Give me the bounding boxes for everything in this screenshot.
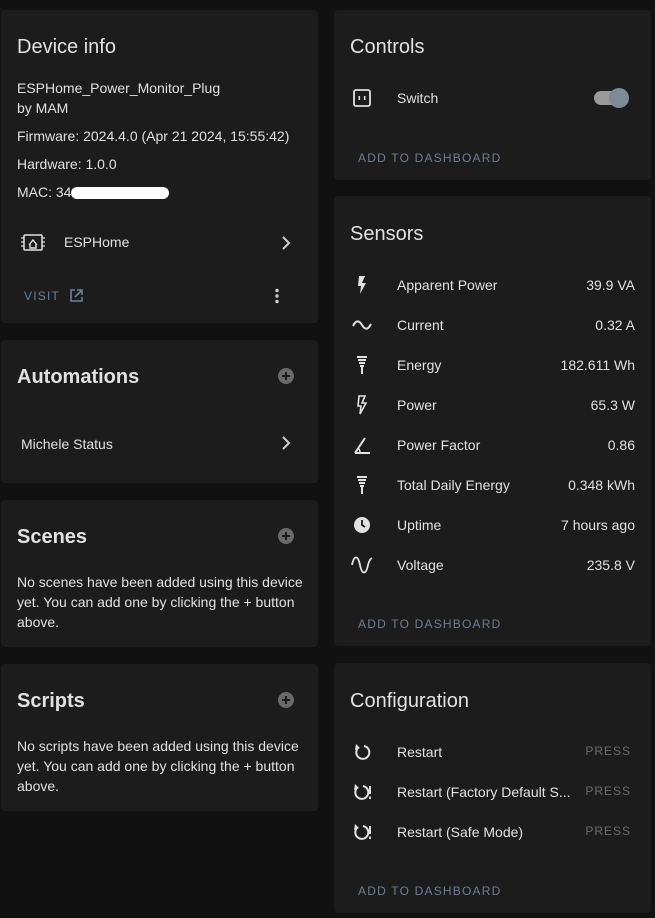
config-label: Restart (Safe Mode): [397, 824, 524, 840]
automation-label: Michele Status: [21, 436, 113, 452]
automation-row[interactable]: Michele Status: [1, 424, 318, 464]
configuration-title: Configuration: [350, 690, 469, 712]
device-info-title: Device info: [17, 36, 116, 58]
sensor-label: Power: [397, 397, 437, 413]
control-row-switch[interactable]: Switch: [334, 78, 651, 118]
restart-alert-icon: [354, 824, 371, 840]
angle-acute-icon: [354, 437, 370, 454]
sensors-card: Sensors Apparent Power 39.9 VA Current 0…: [334, 196, 651, 646]
toggle-knob: [609, 88, 629, 108]
mac-redaction: [71, 187, 170, 200]
chevron-right-icon: [282, 236, 291, 250]
scripts-card: Scripts No scripts have been added using…: [1, 664, 318, 811]
config-label: Restart: [397, 744, 443, 760]
device-name: ESPHome_Power_Monitor_Plug: [17, 80, 221, 96]
sensor-label: Total Daily Energy: [397, 477, 510, 493]
sensor-value: 65.3 W: [590, 397, 635, 413]
sensor-value: 0.348 kWh: [568, 477, 635, 493]
scenes-empty-text: No scenes have been added using this dev…: [17, 574, 303, 630]
sensor-value: 182.611 Wh: [560, 357, 635, 373]
visit-link[interactable]: VISIT: [24, 288, 94, 304]
mac-info: MAC: 34: [17, 184, 170, 200]
scenes-title: Scenes: [17, 526, 88, 548]
flash-outline-icon: [357, 395, 368, 415]
flash-icon: [358, 276, 366, 294]
add-script-button[interactable]: [278, 692, 294, 708]
current-ac-icon: [352, 320, 372, 330]
hardware-info: Hardware: 1.0.0: [17, 156, 117, 172]
configuration-card: Configuration Restart PRESS Restart (Fac…: [334, 663, 651, 913]
sensor-label: Power Factor: [397, 437, 481, 453]
device-info-card: Device info ESPHome_Power_Monitor_Plug b…: [1, 10, 318, 323]
integration-label: ESPHome: [64, 234, 130, 250]
sensor-row-power-factor[interactable]: Power Factor 0.86: [334, 425, 651, 465]
add-scene-button[interactable]: [278, 528, 294, 544]
sensor-label: Current: [397, 317, 444, 333]
integration-row[interactable]: ESPHome: [1, 224, 318, 264]
esphome-chip-icon: [21, 234, 45, 251]
controls-title: Controls: [350, 36, 425, 58]
add-automation-button[interactable]: [278, 368, 294, 384]
config-row-restart-safe-mode[interactable]: Restart (Safe Mode) PRESS: [334, 812, 651, 852]
press-button[interactable]: PRESS: [585, 744, 631, 758]
power-socket-icon: [353, 89, 371, 107]
lightning-bolt-icon: [357, 476, 367, 494]
sine-wave-icon: [351, 556, 373, 574]
press-button[interactable]: PRESS: [585, 824, 631, 838]
visit-label: VISIT: [24, 289, 61, 303]
sensors-title: Sensors: [350, 223, 424, 245]
sensor-label: Uptime: [397, 517, 442, 533]
sensor-row-energy[interactable]: Energy 182.611 Wh: [334, 345, 651, 385]
sensor-value: 7 hours ago: [561, 517, 635, 533]
sensor-label: Energy: [397, 357, 442, 373]
firmware-info: Firmware: 2024.4.0 (Apr 21 2024, 15:55:4…: [17, 128, 290, 144]
controls-card: Controls Switch ADD TO DASHBOARD: [334, 10, 651, 180]
sensor-value: 0.32 A: [595, 317, 635, 333]
press-button[interactable]: PRESS: [585, 784, 631, 798]
sensor-label: Apparent Power: [397, 277, 498, 293]
scripts-empty-text: No scripts have been added using this de…: [17, 738, 299, 794]
scripts-title: Scripts: [17, 690, 85, 712]
config-row-restart[interactable]: Restart PRESS: [334, 732, 651, 772]
sensor-value: 235.8 V: [586, 557, 635, 573]
sensor-label: Voltage: [397, 557, 444, 573]
device-manufacturer: by MAM: [17, 100, 69, 116]
sensors-add-to-dashboard[interactable]: ADD TO DASHBOARD: [358, 617, 501, 631]
sensor-row-voltage[interactable]: Voltage 235.8 V: [334, 545, 651, 585]
config-row-restart-factory[interactable]: Restart (Factory Default S... PRESS: [334, 772, 651, 812]
sensor-row-apparent-power[interactable]: Apparent Power 39.9 VA: [334, 265, 651, 305]
sensor-row-uptime[interactable]: Uptime 7 hours ago: [334, 505, 651, 545]
clock-icon: [354, 517, 370, 533]
automations-title: Automations: [17, 366, 140, 388]
automations-card: Automations Michele Status: [1, 340, 318, 483]
open-in-new-icon: [70, 289, 83, 302]
mac-label: MAC: 34: [17, 184, 72, 200]
dots-vertical-icon[interactable]: [273, 288, 281, 304]
restart-alert-icon: [354, 784, 371, 800]
config-label: Restart (Factory Default S...: [397, 784, 571, 800]
configuration-add-to-dashboard[interactable]: ADD TO DASHBOARD: [358, 884, 501, 898]
scenes-card: Scenes No scenes have been added using t…: [1, 500, 318, 647]
sensor-value: 0.86: [607, 437, 635, 453]
switch-toggle[interactable]: [594, 88, 630, 108]
lightning-bolt-icon: [357, 356, 367, 374]
control-label: Switch: [397, 90, 439, 106]
sensor-row-current[interactable]: Current 0.32 A: [334, 305, 651, 345]
restart-icon: [355, 744, 371, 760]
chevron-right-icon: [282, 436, 291, 450]
sensor-row-power[interactable]: Power 65.3 W: [334, 385, 651, 425]
controls-add-to-dashboard[interactable]: ADD TO DASHBOARD: [358, 151, 501, 165]
sensor-value: 39.9 VA: [586, 277, 635, 293]
sensor-row-total-daily-energy[interactable]: Total Daily Energy 0.348 kWh: [334, 465, 651, 505]
